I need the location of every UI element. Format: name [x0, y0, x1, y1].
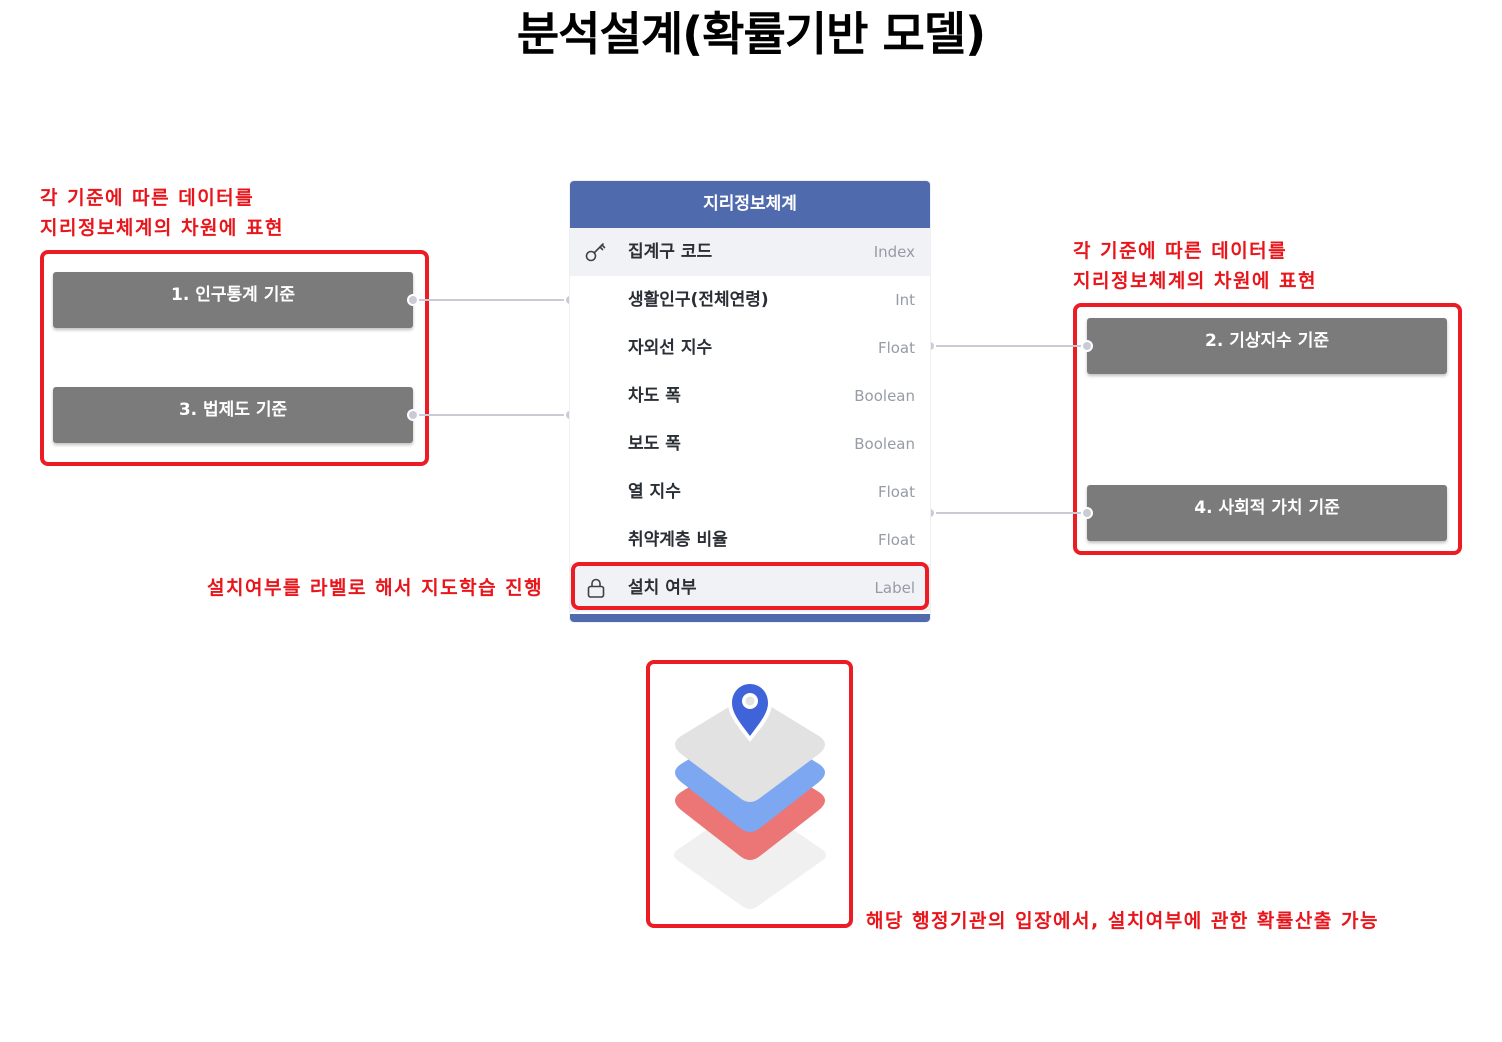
connector-line-3 [413, 414, 570, 416]
key-icon [584, 240, 608, 264]
connector-line-1 [413, 299, 570, 301]
table-row[interactable]: 열 지수 Float [570, 468, 930, 516]
connector-dot[interactable] [1081, 340, 1093, 352]
gis-schema-table: 지리정보체계 집계구 코드 Index 생활인구(전체연령) Int 자외선 지… [570, 181, 930, 622]
connector-dot[interactable] [407, 409, 419, 421]
field-type: Float [877, 531, 915, 549]
table-row[interactable]: 취약계층 비율 Float [570, 516, 930, 564]
label-annotation: 설치여부를 라벨로 해서 지도학습 진행 [207, 577, 544, 599]
left-annotation-line-1: 각 기준에 따른 데이터를 [40, 187, 255, 209]
field-type: Float [877, 483, 915, 501]
table-row[interactable]: 차도 폭 Boolean [570, 372, 930, 420]
label-row-highlight [571, 562, 929, 610]
right-annotation-line-2: 지리정보체계의 차원에 표현 [1073, 270, 1317, 292]
field-name: 열 지수 [628, 482, 681, 502]
field-name: 보도 폭 [628, 434, 681, 454]
field-name: 집계구 코드 [628, 242, 713, 262]
table-row[interactable]: 보도 폭 Boolean [570, 420, 930, 468]
field-type: Index [873, 243, 915, 261]
field-name: 차도 폭 [628, 386, 681, 406]
criteria-legal-label: 3. 법제도 기준 [178, 400, 288, 420]
right-annotation-line-1: 각 기준에 따른 데이터를 [1073, 240, 1288, 262]
criteria-weather-label: 2. 기상지수 기준 [1205, 331, 1329, 351]
field-type: Boolean [854, 387, 915, 405]
field-name: 자외선 지수 [628, 338, 713, 358]
field-type: Float [877, 339, 915, 357]
table-footer-bar [570, 614, 930, 622]
right-annotation: 각 기준에 따른 데이터를 지리정보체계의 차원에 표현 [1073, 236, 1317, 296]
criteria-legal-box[interactable]: 3. 법제도 기준 [53, 387, 413, 443]
connector-dot[interactable] [407, 294, 419, 306]
left-annotation: 각 기준에 따른 데이터를 지리정보체계의 차원에 표현 [40, 183, 284, 243]
table-header: 지리정보체계 [570, 181, 930, 228]
criteria-demographics-box[interactable]: 1. 인구통계 기준 [53, 272, 413, 328]
criteria-demographics-label: 1. 인구통계 기준 [171, 285, 295, 305]
field-type: Int [895, 291, 915, 309]
connector-line-4 [930, 512, 1087, 514]
table-row-index[interactable]: 집계구 코드 Index [570, 228, 930, 276]
criteria-weather-box[interactable]: 2. 기상지수 기준 [1087, 318, 1447, 374]
page-title: 분석설계(확률기반 모델) [516, 7, 986, 61]
field-type: Boolean [854, 435, 915, 453]
left-annotation-line-2: 지리정보체계의 차원에 표현 [40, 217, 284, 239]
field-name: 생활인구(전체연령) [628, 290, 769, 310]
criteria-social-box[interactable]: 4. 사회적 가치 기준 [1087, 485, 1447, 541]
bottom-annotation: 해당 행정기관의 입장에서, 설치여부에 관한 확률산출 가능 [866, 910, 1379, 932]
field-name: 취약계층 비율 [628, 530, 728, 550]
connector-dot[interactable] [1081, 507, 1093, 519]
connector-line-2 [930, 345, 1087, 347]
criteria-social-label: 4. 사회적 가치 기준 [1194, 498, 1340, 518]
table-row[interactable]: 자외선 지수 Float [570, 324, 930, 372]
map-layers-pin-icon [655, 670, 845, 920]
table-row[interactable]: 생활인구(전체연령) Int [570, 276, 930, 324]
